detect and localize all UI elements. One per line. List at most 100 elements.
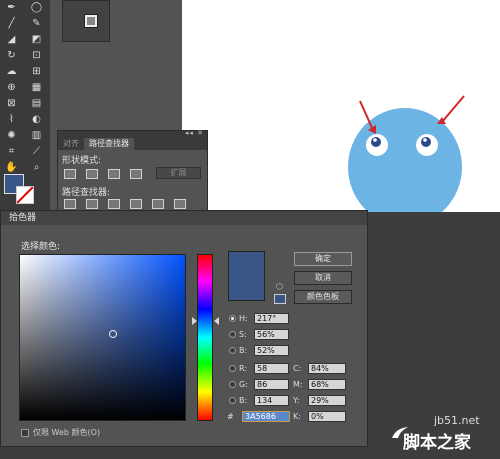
brush-icon[interactable]: ╱ bbox=[4, 18, 19, 31]
document-thumbnail[interactable] bbox=[84, 14, 98, 28]
pathfinders-label: 路径查找器: bbox=[62, 188, 111, 198]
blue-label: B: bbox=[239, 396, 248, 405]
blob-brush-icon[interactable]: ◢ bbox=[4, 34, 19, 47]
red-field-row: R: 58 bbox=[229, 363, 289, 374]
graph-icon[interactable]: ▥ bbox=[29, 130, 44, 143]
brightness-radio[interactable] bbox=[229, 347, 236, 354]
crop-icon[interactable] bbox=[130, 199, 142, 209]
color-swatches-button[interactable]: 颜色色板 bbox=[294, 290, 352, 304]
pencil-icon[interactable]: ✎ bbox=[29, 18, 44, 31]
web-only-label: 仅限 Web 颜色(O) bbox=[33, 428, 101, 437]
symbol-sprayer-icon[interactable]: ✺ bbox=[4, 130, 19, 143]
web-color-swatch[interactable] bbox=[274, 294, 286, 304]
hue-label: H: bbox=[239, 314, 248, 323]
left-pupil bbox=[371, 137, 381, 147]
hue-field-row: H: 217° bbox=[229, 313, 289, 324]
shape-modes-label: 形状模式: bbox=[62, 156, 102, 166]
pen-icon[interactable]: ✒ bbox=[4, 2, 19, 15]
magenta-input[interactable]: 68% bbox=[308, 379, 346, 390]
collapse-icon[interactable]: ◂◂ ✕ bbox=[185, 129, 204, 137]
tab-pathfinder[interactable]: 路径查找器 bbox=[84, 138, 134, 150]
cyan-label: C: bbox=[293, 364, 302, 373]
blue-field-row: B: 134 bbox=[229, 395, 289, 406]
red-radio[interactable] bbox=[229, 365, 236, 372]
warp-icon[interactable]: ☁ bbox=[4, 66, 19, 79]
hue-arrow-left-icon[interactable] bbox=[192, 317, 197, 325]
watermark-site: jb51.net bbox=[434, 414, 480, 427]
hex-field-row: # 3A5686 bbox=[227, 411, 290, 422]
blend-icon[interactable]: ◐ bbox=[29, 114, 44, 127]
unite-icon[interactable] bbox=[64, 169, 76, 179]
gradient-icon[interactable]: ▤ bbox=[29, 98, 44, 111]
green-radio[interactable] bbox=[229, 381, 236, 388]
select-color-label: 选择颜色: bbox=[21, 242, 61, 252]
tab-align[interactable]: 对齐 bbox=[58, 138, 84, 150]
exclude-icon[interactable] bbox=[130, 169, 142, 179]
mascot-body bbox=[348, 108, 462, 226]
black-label: K: bbox=[293, 412, 301, 421]
cyan-field-row: C: 84% bbox=[293, 363, 346, 374]
out-of-web-gamut-icon[interactable]: ⬡ bbox=[276, 283, 285, 291]
saturation-label: S: bbox=[239, 330, 247, 339]
color-picker-dialog: 拾色器 选择颜色: ⬡ 确定 取消 颜色色板 H: 217° S: 56% B:… bbox=[0, 210, 368, 447]
hue-slider[interactable] bbox=[197, 254, 213, 421]
eyedropper-icon[interactable]: ⌇ bbox=[4, 114, 19, 127]
black-field-row: K: 0% bbox=[293, 411, 346, 422]
outline-icon[interactable] bbox=[152, 199, 164, 209]
slice-icon[interactable]: ⟋ bbox=[29, 146, 44, 159]
blue-egg-mascot bbox=[348, 95, 465, 226]
web-only-option[interactable]: 仅限 Web 颜色(O) bbox=[21, 427, 100, 438]
web-only-checkbox[interactable] bbox=[21, 428, 29, 437]
stroke-swatch[interactable] bbox=[16, 186, 34, 204]
dialog-title: 拾色器 bbox=[1, 211, 367, 225]
eraser-icon[interactable]: ◩ bbox=[29, 34, 44, 47]
blue-input[interactable]: 134 bbox=[254, 395, 289, 406]
green-label: G: bbox=[239, 380, 248, 389]
saturation-field-row: S: 56% bbox=[229, 329, 289, 340]
hue-input[interactable]: 217° bbox=[254, 313, 289, 324]
brightness-input[interactable]: 52% bbox=[254, 345, 289, 356]
ellipse-icon[interactable]: ◯ bbox=[29, 2, 44, 15]
yellow-label: Y: bbox=[293, 396, 300, 405]
cyan-input[interactable]: 84% bbox=[308, 363, 346, 374]
shape-builder-icon[interactable]: ⊕ bbox=[4, 82, 19, 95]
free-transform-icon[interactable]: ⊞ bbox=[29, 66, 44, 79]
expand-button[interactable]: 扩展 bbox=[156, 167, 201, 179]
magenta-field-row: M: 68% bbox=[293, 379, 346, 390]
fill-stroke-swatches bbox=[4, 170, 44, 210]
cancel-button[interactable]: 取消 bbox=[294, 271, 352, 285]
saturation-radio[interactable] bbox=[229, 331, 236, 338]
minus-front-icon[interactable] bbox=[86, 169, 98, 179]
black-input[interactable]: 0% bbox=[308, 411, 346, 422]
magenta-label: M: bbox=[293, 380, 303, 389]
hex-input[interactable]: 3A5686 bbox=[242, 411, 290, 422]
rotate-icon[interactable]: ↻ bbox=[4, 50, 19, 63]
right-arrow-icon bbox=[441, 95, 465, 123]
green-input[interactable]: 86 bbox=[254, 379, 289, 390]
red-input[interactable]: 58 bbox=[254, 363, 289, 374]
intersect-icon[interactable] bbox=[108, 169, 120, 179]
watermark-name: 脚本之家 bbox=[403, 433, 471, 453]
saturation-input[interactable]: 56% bbox=[254, 329, 289, 340]
perspective-icon[interactable]: ▦ bbox=[29, 82, 44, 95]
color-preview bbox=[228, 251, 265, 301]
left-eye-highlight bbox=[373, 138, 377, 142]
hue-radio[interactable] bbox=[229, 315, 236, 322]
yellow-field-row: Y: 29% bbox=[293, 395, 346, 406]
blue-radio[interactable] bbox=[229, 397, 236, 404]
merge-icon[interactable] bbox=[108, 199, 120, 209]
trim-icon[interactable] bbox=[86, 199, 98, 209]
hue-arrow-right-icon[interactable] bbox=[214, 317, 219, 325]
red-label: R: bbox=[239, 364, 248, 373]
divide-icon[interactable] bbox=[64, 199, 76, 209]
minus-back-icon[interactable] bbox=[174, 199, 186, 209]
color-marker[interactable] bbox=[109, 330, 117, 338]
saturation-brightness-field[interactable] bbox=[19, 254, 186, 421]
ok-button[interactable]: 确定 bbox=[294, 252, 352, 266]
green-field-row: G: 86 bbox=[229, 379, 289, 390]
scale-icon[interactable]: ⊡ bbox=[29, 50, 44, 63]
yellow-input[interactable]: 29% bbox=[308, 395, 346, 406]
mesh-icon[interactable]: ⊠ bbox=[4, 98, 19, 111]
artboard-icon[interactable]: ⌗ bbox=[4, 146, 19, 159]
hex-label: # bbox=[227, 412, 234, 421]
